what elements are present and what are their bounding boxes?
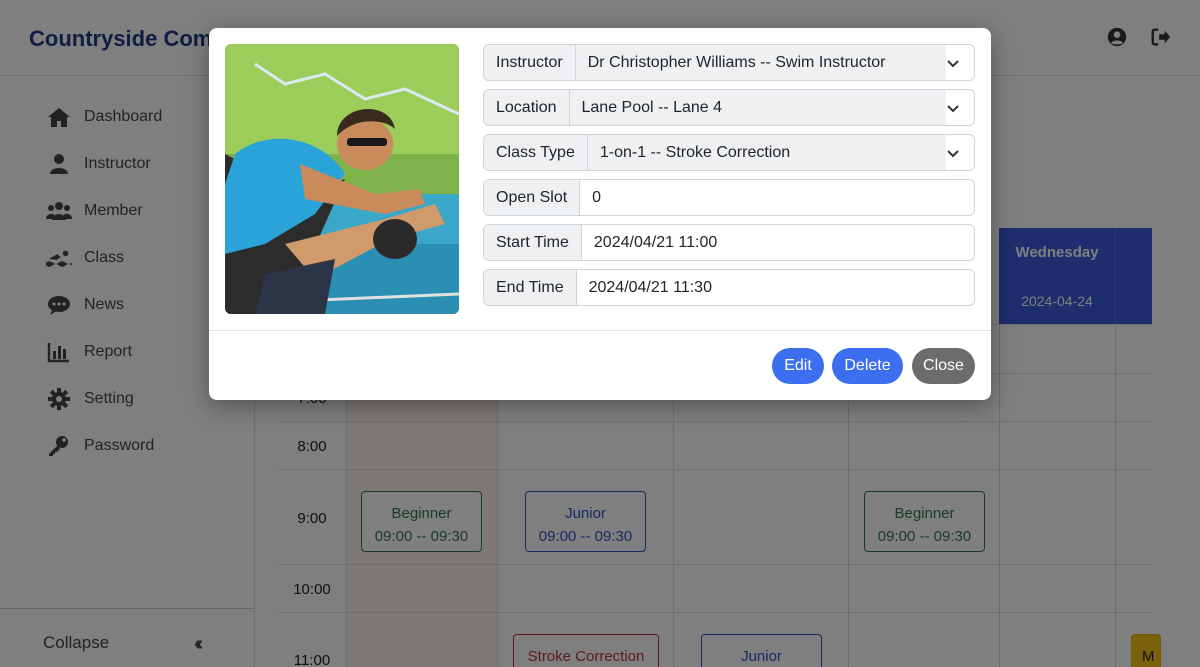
chevron-down-icon (947, 149, 959, 157)
class-type-select[interactable]: Class Type 1-on-1 -- Stroke Correction (483, 134, 975, 171)
field-label: Class Type (484, 135, 588, 170)
delete-button[interactable]: Delete (832, 348, 903, 384)
field-label: Start Time (484, 225, 582, 260)
field-label: Open Slot (484, 180, 581, 215)
field-label: Location (484, 90, 570, 125)
field-value: 2024/04/21 11:00 (593, 233, 718, 251)
field-label: Instructor (484, 45, 576, 80)
field-value: Dr Christopher Williams -- Swim Instruct… (575, 45, 946, 80)
field-value: 2024/04/21 11:30 (588, 278, 712, 296)
chevron-down-icon (947, 59, 959, 67)
instructor-photo (225, 44, 459, 314)
location-select[interactable]: Location Lane Pool -- Lane 4 (483, 89, 975, 126)
open-slot-field[interactable]: Open Slot 0 (483, 179, 975, 216)
start-time-field[interactable]: Start Time 2024/04/21 11:00 (483, 224, 975, 261)
chevron-down-icon (947, 104, 959, 112)
modal-divider (209, 330, 991, 331)
close-button[interactable]: Close (912, 348, 975, 384)
field-value: Lane Pool -- Lane 4 (569, 90, 946, 125)
class-detail-modal: Instructor Dr Christopher Williams -- Sw… (209, 28, 991, 400)
field-value: 0 (592, 188, 602, 206)
end-time-field[interactable]: End Time 2024/04/21 11:30 (483, 269, 975, 306)
field-label: End Time (484, 270, 577, 305)
edit-button[interactable]: Edit (772, 348, 824, 384)
field-value: 1-on-1 -- Stroke Correction (587, 135, 946, 170)
instructor-select[interactable]: Instructor Dr Christopher Williams -- Sw… (483, 44, 975, 81)
